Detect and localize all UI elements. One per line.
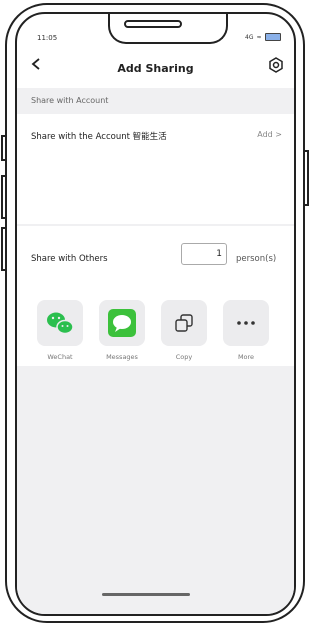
persons-unit-label: person(s) [236, 254, 277, 264]
share-wechat-label: WeChat [47, 353, 73, 361]
share-copy-label: Copy [175, 353, 193, 361]
home-indicator[interactable] [102, 593, 190, 596]
share-messages-button[interactable]: Messages [99, 300, 145, 361]
network-label: 4G [245, 33, 254, 41]
phone-side-button [1, 175, 7, 219]
person-count-input[interactable] [181, 243, 227, 265]
share-account-row[interactable]: Share with the Account 智能生活 Add > [17, 114, 294, 224]
share-more-button[interactable]: More [223, 300, 269, 361]
phone-side-button [1, 135, 7, 161]
share-wechat-button[interactable]: WeChat [37, 300, 83, 361]
page-header: Add Sharing [17, 52, 294, 88]
phone-notch [108, 14, 228, 44]
share-tile [37, 300, 83, 346]
settings-button[interactable] [268, 57, 284, 73]
battery-icon [264, 33, 281, 41]
more-icon [237, 321, 255, 325]
phone-side-button [303, 150, 309, 206]
empty-background-area [17, 366, 294, 614]
share-account-label: Share with the Account 智能生活 [31, 132, 167, 142]
copy-icon [175, 314, 193, 332]
share-more-label: More [237, 353, 255, 361]
phone-screen: 11:05 4G ≈ Add Sharing Share with Accoun… [15, 12, 296, 616]
share-others-label: Share with Others [31, 254, 108, 264]
wechat-icon [47, 312, 74, 335]
page-title: Add Sharing [117, 62, 194, 75]
gear-icon [269, 57, 283, 73]
status-time: 11:05 [37, 34, 58, 42]
phone-speaker [124, 20, 182, 28]
add-account-button[interactable]: Add > [257, 130, 282, 139]
section-share-account-label: Share with Account [17, 88, 294, 114]
wifi-icon: ≈ [256, 33, 262, 41]
share-tile [223, 300, 269, 346]
status-icons: 4G ≈ [245, 33, 281, 41]
phone-side-button [1, 227, 7, 271]
share-tile [161, 300, 207, 346]
share-tile [99, 300, 145, 346]
messages-icon [108, 309, 136, 337]
share-others-section: Share with Others person(s) WeChat [17, 226, 294, 366]
share-messages-label: Messages [106, 353, 138, 361]
share-copy-button[interactable]: Copy [161, 300, 207, 361]
